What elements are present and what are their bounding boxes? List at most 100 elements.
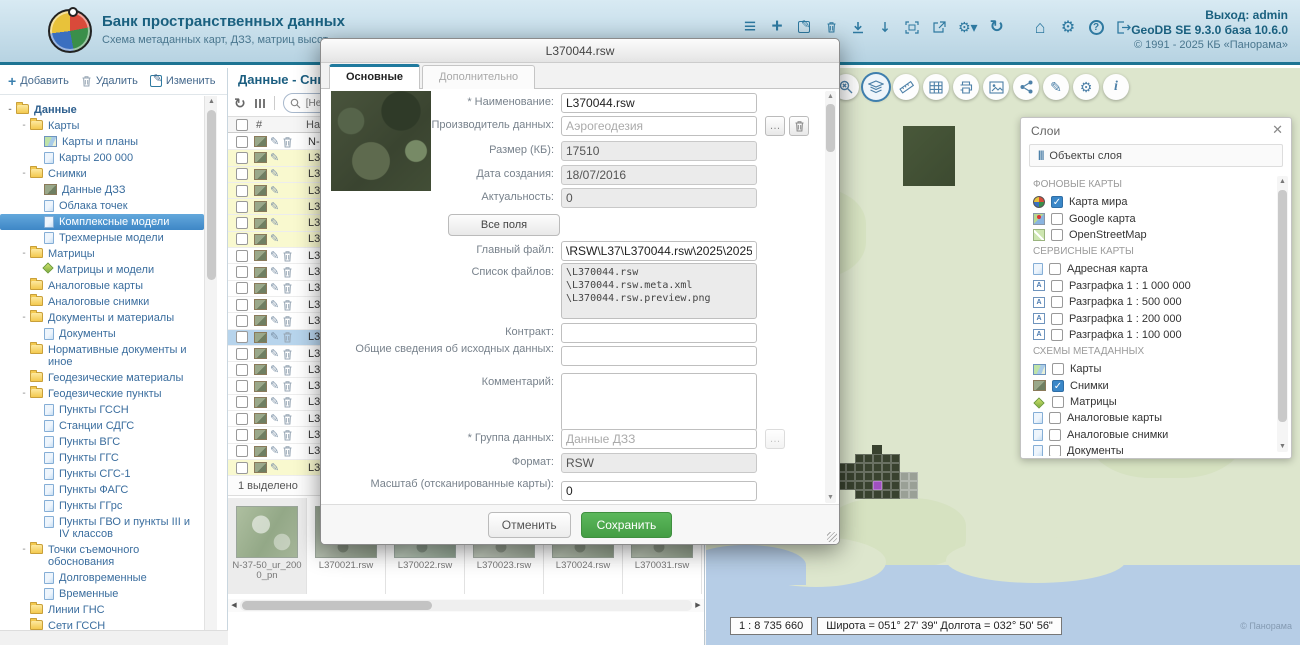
download-icon[interactable] — [850, 17, 866, 37]
layer-item[interactable]: Аналоговые карты — [1033, 410, 1277, 426]
add-button[interactable]: + Добавить — [8, 73, 69, 89]
preview-icon[interactable] — [254, 413, 267, 424]
trash-icon[interactable] — [282, 136, 293, 148]
tree-item[interactable]: Матрицы и модели — [0, 262, 204, 278]
expander-icon[interactable]: - — [18, 312, 30, 324]
preview-icon[interactable] — [254, 267, 267, 278]
row-checkbox[interactable] — [236, 299, 248, 311]
logout-icon[interactable] — [1116, 17, 1132, 37]
layer-item[interactable]: OpenStreetMap — [1033, 227, 1277, 243]
comment-textarea[interactable] — [561, 373, 757, 431]
cancel-button[interactable]: Отменить — [488, 512, 571, 538]
delete-icon[interactable] — [823, 17, 839, 37]
trash-icon[interactable] — [282, 266, 293, 278]
edit-icon[interactable]: ✎ — [270, 365, 279, 375]
layer-item[interactable]: AРазграфка 1 : 500 000 — [1033, 294, 1277, 310]
tree-item[interactable]: Трехмерные модели — [0, 230, 204, 246]
file_list-textarea[interactable] — [561, 263, 757, 319]
tree-item[interactable]: Долговременные — [0, 570, 204, 586]
layer-item[interactable]: Карты — [1033, 361, 1277, 377]
preview-icon[interactable] — [254, 381, 267, 392]
settings-icon[interactable]: ⚙ — [1060, 17, 1076, 37]
layer-item[interactable]: Google карта — [1033, 210, 1277, 226]
logout-link[interactable]: Выход: admin — [1131, 8, 1288, 23]
trash-icon[interactable] — [282, 331, 293, 343]
edit-icon[interactable]: ✎ — [270, 267, 279, 277]
layer-checkbox[interactable] — [1049, 429, 1061, 441]
fit-frame-icon[interactable] — [904, 17, 920, 37]
tree-item[interactable]: Пункты ГССН — [0, 402, 204, 418]
edit-icon[interactable]: ✎ — [270, 463, 279, 473]
layer-checkbox[interactable] — [1049, 445, 1061, 456]
tree-item[interactable]: Геодезические материалы — [0, 370, 204, 386]
trash-icon[interactable] — [282, 396, 293, 408]
layer-item[interactable]: Аналоговые снимки — [1033, 427, 1277, 443]
layer-checkbox[interactable] — [1052, 380, 1064, 392]
row-checkbox[interactable] — [236, 217, 248, 229]
row-checkbox[interactable] — [236, 233, 248, 245]
delete-button[interactable]: Удалить — [81, 75, 138, 87]
map-scale[interactable]: 1 : 8 735 660 — [730, 617, 812, 635]
close-icon[interactable]: ✕ — [1272, 122, 1283, 138]
select-all-checkbox[interactable] — [236, 119, 248, 131]
columns-icon[interactable] — [254, 98, 266, 109]
layers-button[interactable] — [863, 74, 889, 100]
trash-icon[interactable] — [282, 364, 293, 376]
preview-icon[interactable] — [254, 348, 267, 359]
open-external-icon[interactable] — [931, 17, 947, 37]
add-icon[interactable]: + — [769, 17, 785, 37]
scroll-down-icon[interactable]: ▼ — [825, 492, 836, 503]
layer-item[interactable]: Адресная карта — [1033, 261, 1277, 277]
scroll-thumb[interactable] — [1278, 190, 1287, 422]
tree-item[interactable]: Нормативные документы и иное — [0, 342, 204, 370]
edit-icon[interactable]: ✎ — [270, 202, 279, 212]
tree-item[interactable]: -Документы и материалы — [0, 310, 204, 326]
grid-button[interactable] — [923, 74, 949, 100]
layer-checkbox[interactable] — [1049, 263, 1061, 275]
tree-item[interactable]: Линии ГНС — [0, 602, 204, 618]
layer-checkbox[interactable] — [1051, 196, 1063, 208]
edit-icon[interactable]: ✎ — [270, 300, 279, 310]
clear-button[interactable] — [789, 116, 809, 136]
name-input[interactable] — [561, 93, 757, 113]
tree-item[interactable]: Карты и планы — [0, 134, 204, 150]
home-icon[interactable]: ⌂ — [1032, 17, 1048, 37]
all-fields-button[interactable]: Все поля — [448, 214, 560, 236]
tree-item[interactable]: -Данные — [0, 102, 204, 118]
row-checkbox[interactable] — [236, 315, 248, 327]
edit-icon[interactable]: ✎ — [270, 186, 279, 196]
expander-icon[interactable]: - — [18, 248, 30, 260]
more-button[interactable]: … — [765, 116, 785, 136]
preview-icon[interactable] — [254, 446, 267, 457]
layer-checkbox[interactable] — [1051, 329, 1063, 341]
tree-item[interactable]: Пункты ГГрс — [0, 498, 204, 514]
preview-icon[interactable] — [254, 169, 267, 180]
layer-checkbox[interactable] — [1049, 412, 1061, 424]
preview-icon[interactable] — [254, 364, 267, 375]
tree-item[interactable]: Документы — [0, 326, 204, 342]
row-checkbox[interactable] — [236, 462, 248, 474]
preview-icon[interactable] — [254, 299, 267, 310]
trash-icon[interactable] — [282, 250, 293, 262]
edit-icon[interactable]: ✎ — [270, 381, 279, 391]
layers-scrollbar[interactable]: ▲ ▼ — [1277, 176, 1288, 452]
expander-icon[interactable]: - — [4, 104, 16, 116]
layer-checkbox[interactable] — [1051, 280, 1063, 292]
scroll-up-icon[interactable]: ▲ — [205, 96, 218, 108]
edit-icon[interactable]: ✎ — [270, 446, 279, 456]
row-checkbox[interactable] — [236, 201, 248, 213]
edit-icon[interactable]: ✎ — [270, 332, 279, 342]
trash-icon[interactable] — [282, 413, 293, 425]
tree-item[interactable]: Временные — [0, 586, 204, 602]
row-checkbox[interactable] — [236, 282, 248, 294]
trash-icon[interactable] — [282, 282, 293, 294]
tree-item[interactable]: Пункты СГС-1 — [0, 466, 204, 482]
trash-icon[interactable] — [282, 380, 293, 392]
refresh-icon[interactable]: ↻ — [234, 95, 246, 112]
menu-icon[interactable]: ≡ — [742, 17, 758, 37]
services-icon[interactable]: ⚙▾ — [958, 17, 978, 37]
contract-input[interactable] — [561, 323, 757, 343]
more-button[interactable]: … — [765, 429, 785, 449]
preview-icon[interactable] — [254, 234, 267, 245]
edit-icon[interactable]: ✎ — [270, 251, 279, 261]
